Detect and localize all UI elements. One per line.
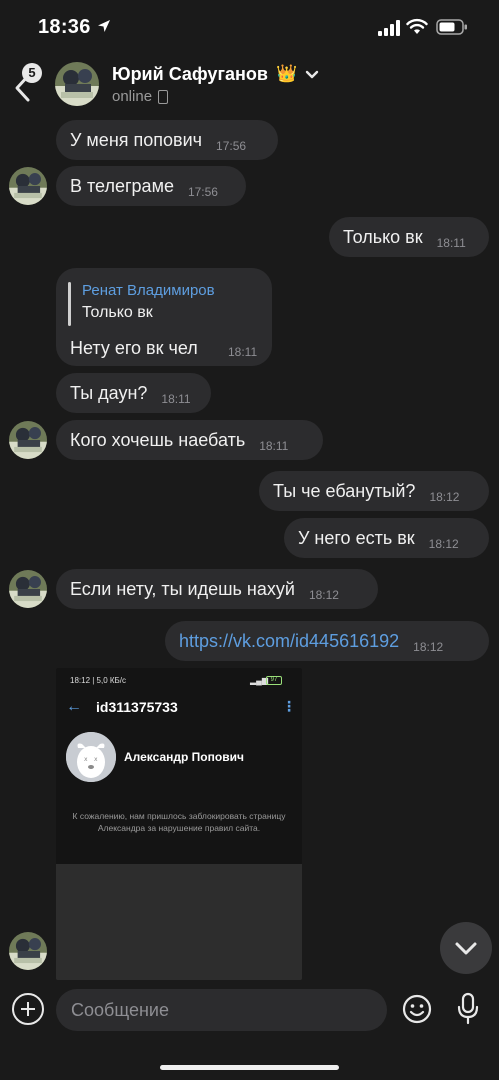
message-time: 18:11 [436,236,466,250]
avatar-photo [9,167,47,205]
attachment-battery-badge: 97 [266,676,282,685]
message-time: 18:12 [413,640,444,654]
message-text: Ты че ебанутый? [273,481,416,501]
quote-bar [68,282,71,326]
attachment-screen-bottom [56,864,302,980]
contact-name[interactable]: Юрий Сафуганов [112,64,268,85]
message-time: 18:11 [161,392,191,406]
message-time: 18:11 [228,345,258,359]
image-attachment[interactable]: 18:12 | 5,0 КБ/с ▂▄▆ 97 ← id311375733 ⋮ … [56,668,302,980]
message-time: 17:56 [187,185,218,199]
mobile-device-icon [158,90,168,104]
unread-count-badge: 5 [22,63,42,83]
contact-avatar-small[interactable] [9,570,47,608]
message-bubble-outgoing[interactable]: Ты че ебанутый? 18:12 [259,471,489,511]
attachment-screen-top: 18:12 | 5,0 КБ/с ▂▄▆ 97 ← id311375733 ⋮ … [56,668,302,864]
message-time: 18:12 [308,588,339,602]
attachment-back-arrow-icon: ← [66,698,82,715]
message-text: В телеграме [70,176,174,196]
message-bubble-outgoing[interactable]: Только вк 18:11 [329,217,489,257]
svg-text:x: x [94,756,98,763]
home-indicator [160,1065,339,1070]
message-time: 18:12 [428,537,459,551]
avatar-photo [9,421,47,459]
attachment-blocked-note: К сожалению, нам пришлось заблокировать … [72,811,286,833]
contact-avatar[interactable] [55,62,99,106]
attachment-dog-avatar: x x [66,732,116,782]
attach-button[interactable] [12,993,44,1025]
contact-avatar-small[interactable] [9,932,47,970]
message-bubble-incoming[interactable]: Кого хочешь наебать 18:11 [56,420,323,460]
message-composer [0,984,499,1044]
emoji-icon[interactable] [402,994,432,1024]
message-input[interactable] [56,989,387,1031]
attachment-more-icon: ⋮ [282,698,296,714]
location-arrow-icon [98,20,110,32]
message-bubble-incoming[interactable]: Ты даун? 18:11 [56,373,211,413]
attachment-title: id311375733 [96,699,178,715]
chat-header: 5 Юрий Сафуганов 👑 online [0,56,499,116]
reply-quoted-text: Только вк [82,304,153,321]
message-bubble-incoming[interactable]: У меня попович 17:56 [56,120,278,160]
dog-icon: x x [66,732,116,782]
crown-emoji: 👑 [276,64,298,83]
contact-avatar-small[interactable] [9,167,47,205]
attachment-status-text: 18:12 | 5,0 КБ/с [70,676,127,685]
message-text: Ты даун? [70,383,148,403]
wifi-icon [406,18,428,34]
message-bubble-outgoing[interactable]: У него есть вк 18:12 [284,518,489,558]
message-time: 18:12 [429,490,460,504]
chevron-down-icon[interactable] [304,68,320,82]
message-text: Кого хочешь наебать [70,430,246,450]
status-time: 18:36 [38,16,91,38]
message-text: У меня попович [70,130,203,150]
contact-avatar-small[interactable] [9,421,47,459]
avatar-photo [55,62,99,106]
message-bubble-incoming[interactable]: Если нету, ты идешь нахуй 18:12 [56,569,378,609]
reply-author[interactable]: Ренат Владимиров [82,282,215,299]
chevron-down-icon [455,942,477,955]
status-bar: 18:36 [0,0,499,56]
message-link[interactable]: https://vk.com/id445616192 [179,631,399,651]
message-time: 17:56 [216,139,247,153]
cellular-signal-icon [378,20,400,36]
message-text: У него есть вк [298,528,415,548]
message-text: Только вк [343,227,423,247]
message-bubble-incoming[interactable]: В телеграме 17:56 [56,166,246,206]
svg-text:x: x [84,756,88,763]
online-status: online [112,88,153,105]
message-bubble-reply[interactable]: Ренат Владимиров Только вк Нету его вк ч… [56,268,272,366]
message-text: Нету его вк чел [70,338,198,358]
microphone-icon[interactable] [456,992,480,1026]
message-bubble-outgoing[interactable]: https://vk.com/id445616192 18:12 [165,621,489,661]
message-text: Если нету, ты идешь нахуй [70,579,295,599]
battery-icon [436,19,467,35]
attachment-profile-name: Александр Попович [124,750,244,764]
avatar-photo [9,932,47,970]
scroll-to-bottom-button[interactable] [440,922,492,974]
avatar-photo [9,570,47,608]
message-time: 18:11 [259,439,289,453]
